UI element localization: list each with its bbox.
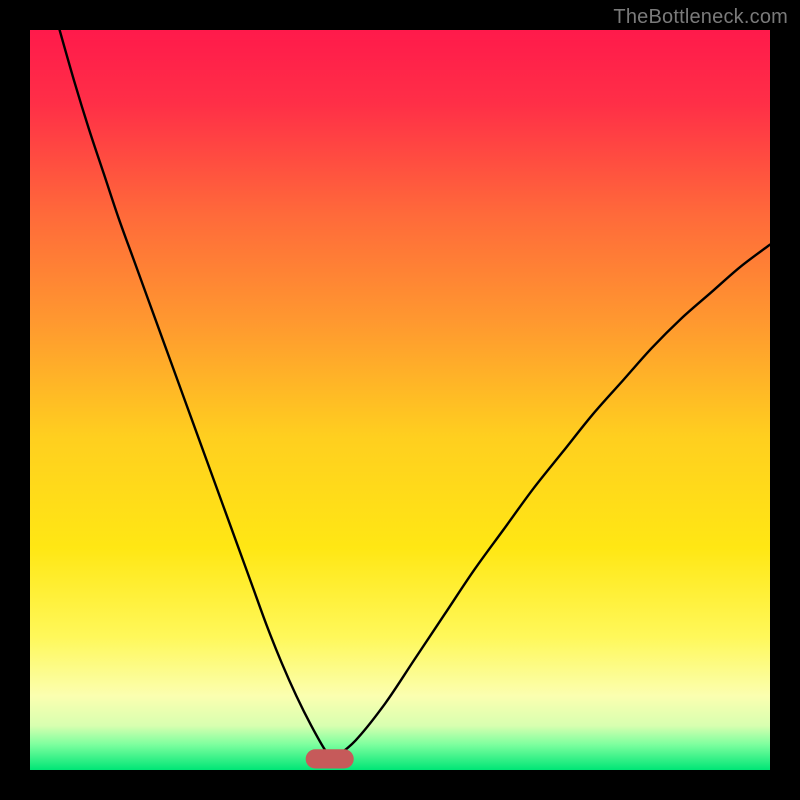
chart-frame: TheBottleneck.com	[0, 0, 800, 800]
plot-area	[30, 30, 770, 770]
bottleneck-marker	[306, 749, 354, 768]
chart-svg	[30, 30, 770, 770]
watermark-text: TheBottleneck.com	[613, 6, 788, 29]
gradient-background	[30, 30, 770, 770]
marker-group	[306, 749, 354, 768]
